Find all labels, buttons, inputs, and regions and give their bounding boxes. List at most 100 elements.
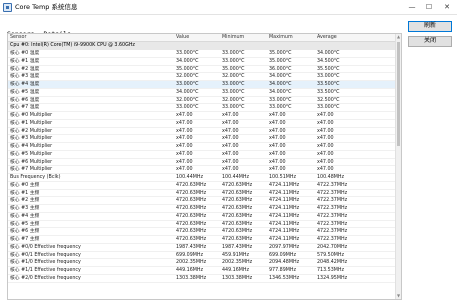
cell-average: 579.50MHz (317, 252, 345, 258)
table-row[interactable]: 核心 #1 温度 34.000°C 33.000°C 35.000°C 34.500°C (8, 58, 397, 66)
cell-minimum: x47.00 (222, 128, 239, 134)
table-row[interactable]: 核心 #6 温度 32.000°C 32.000°C 33.000°C 32.500°C (8, 97, 397, 105)
column-header-value[interactable]: Value (176, 34, 189, 42)
cell-sensor: 核心 #2 温度 (10, 66, 40, 72)
cell-average: x47.00 (317, 159, 334, 165)
cell-value: 4720.63MHz (176, 206, 207, 211)
table-row[interactable]: 核心 #1/0 Effective frequency 2002.35MHz 200… (8, 259, 397, 267)
table-row[interactable]: 核心 #5 Multiplier x47.00 x47.00 x47.00 x47.00 (8, 151, 397, 159)
cell-average: x47.00 (317, 167, 334, 173)
cell-sensor: 核心 #5 温度 (10, 89, 40, 95)
cpu-label: Cpu #0: Intel(R) Core(TM) i9-9900K CPU @… (10, 43, 135, 48)
cell-minimum: 2002.35MHz (222, 260, 253, 266)
cell-value: 33.000°C (176, 51, 199, 56)
cell-maximum: 35.000°C (269, 51, 292, 56)
table-row[interactable]: 核心 #4 Multiplier x47.00 x47.00 x47.00 x47.00 (8, 143, 397, 151)
table-row[interactable]: 核心 #1/1 Effective frequency 449.16MHz 449.… (8, 267, 397, 275)
table-row[interactable]: 核心 #2 主频 4720.63MHz 4720.63MHz 4724.11MHz 47… (8, 197, 397, 205)
vertical-scrollbar[interactable]: ▲ ▼ (395, 34, 401, 299)
cell-average: 2048.42MHz (317, 260, 348, 266)
table-row[interactable]: 核心 #0/1 Effective frequency 699.09MHz 459.… (8, 252, 397, 260)
cell-average: 2042.70MHz (317, 244, 348, 250)
table-row[interactable]: 核心 #1 主频 4720.63MHz 4720.63MHz 4724.11MHz 47… (8, 190, 397, 198)
table-row[interactable]: 核心 #7 温度 33.000°C 33.000°C 33.000°C 33.000°C (8, 104, 397, 112)
table-row[interactable]: 核心 #0 温度 33.000°C 33.000°C 35.000°C 34.000°C (8, 50, 397, 58)
refresh-button[interactable]: 刷新 (408, 21, 452, 32)
cell-average: 32.500°C (317, 97, 340, 103)
cell-value: 699.09MHz (176, 252, 204, 258)
cell-minimum: 100.44MHz (222, 175, 250, 180)
cell-value: 35.000°C (176, 66, 199, 72)
cell-sensor: 核心 #7 主频 (10, 237, 40, 242)
column-header-average[interactable]: Average (317, 34, 337, 42)
cell-minimum: x47.00 (222, 113, 239, 118)
close-window-button[interactable]: ✕ (442, 2, 452, 12)
cell-maximum: x47.00 (269, 136, 286, 142)
cell-minimum: x47.00 (222, 151, 239, 157)
table-row[interactable]: 核心 #6 Multiplier x47.00 x47.00 x47.00 x47.00 (8, 159, 397, 167)
cell-average: x47.00 (317, 120, 334, 126)
cell-maximum: 699.09MHz (269, 252, 297, 258)
column-header-sensor[interactable]: Sensor (10, 34, 26, 42)
table-row[interactable]: 核心 #5 主频 4720.63MHz 4720.63MHz 4724.11MHz 47… (8, 221, 397, 229)
cell-sensor: 核心 #5 Multiplier (10, 151, 53, 157)
cell-maximum: 33.000°C (269, 105, 292, 111)
cell-maximum: x47.00 (269, 167, 286, 173)
cell-sensor: 核心 #2/0 Effective frequency (10, 275, 81, 281)
minimize-button[interactable]: — (407, 2, 417, 12)
close-button[interactable]: 关闭 (408, 36, 452, 47)
table-row[interactable]: 核心 #2/0 Effective frequency 1303.38MHz 130… (8, 275, 397, 283)
table-row[interactable]: 核心 #3 温度 32.000°C 32.000°C 34.000°C 33.000°C (8, 73, 397, 81)
table-row[interactable]: 核心 #3 Multiplier x47.00 x47.00 x47.00 x47.00 (8, 135, 397, 143)
table-row[interactable]: 核心 #6 主频 4720.63MHz 4720.63MHz 4724.11MHz 47… (8, 228, 397, 236)
table-row[interactable]: 核心 #5 温度 34.000°C 33.000°C 34.000°C 33.500°C (8, 89, 397, 97)
cell-maximum: 2097.97MHz (269, 244, 300, 250)
cell-sensor: 核心 #7 温度 (10, 105, 40, 111)
cpu-group-row[interactable]: Cpu #0: Intel(R) Core(TM) i9-9900K CPU @… (8, 42, 397, 50)
cell-sensor: 核心 #0/1 Effective frequency (10, 252, 81, 258)
cell-minimum: x47.00 (222, 144, 239, 149)
cell-minimum: 1987.43MHz (222, 244, 253, 250)
cell-average: 4722.37MHz (317, 198, 348, 204)
table-row[interactable]: 核心 #7 主频 4720.63MHz 4720.63MHz 4724.11MHz 47… (8, 236, 397, 244)
cell-sensor: 核心 #3 Multiplier (10, 136, 53, 142)
cell-minimum: 4720.63MHz (222, 237, 253, 242)
cell-value: 4720.63MHz (176, 190, 207, 196)
cell-value: 32.000°C (176, 74, 199, 80)
cell-maximum: 4724.11MHz (269, 206, 300, 211)
cell-maximum: 4724.11MHz (269, 237, 300, 242)
table-row[interactable]: 核心 #0/0 Effective frequency 1987.43MHz 198… (8, 244, 397, 252)
scroll-thumb[interactable] (397, 42, 400, 146)
cell-value: x47.00 (176, 136, 193, 142)
table-row[interactable]: 核心 #3 主频 4720.63MHz 4720.63MHz 4724.11MHz 47… (8, 205, 397, 213)
cell-maximum: 34.000°C (269, 74, 292, 80)
cell-average: 4722.37MHz (317, 213, 348, 219)
column-header-maximum[interactable]: Maximum (269, 34, 293, 42)
cell-minimum: 33.000°C (222, 105, 245, 111)
table-row[interactable]: Bus Frequency (Bclk) 100.44MHz 100.44MHz 10… (8, 174, 397, 182)
cell-average: 713.53MHz (317, 268, 345, 273)
cell-sensor: 核心 #1 温度 (10, 58, 40, 64)
cell-maximum: x47.00 (269, 144, 286, 149)
table-row[interactable]: 核心 #0 主频 4720.63MHz 4720.63MHz 4724.11MHz 47… (8, 182, 397, 190)
column-header-minimum[interactable]: Minimum (222, 34, 244, 42)
scroll-down-icon[interactable]: ▼ (396, 293, 401, 299)
cell-sensor: 核心 #6 主频 (10, 229, 40, 235)
maximize-button[interactable]: ☐ (424, 2, 434, 12)
cell-sensor: 核心 #0/0 Effective frequency (10, 244, 81, 250)
table-row[interactable]: 核心 #2 温度 35.000°C 35.000°C 36.000°C 35.500°C (8, 66, 397, 74)
table-row[interactable]: 核心 #4 主频 4720.63MHz 4720.63MHz 4724.11MHz 47… (8, 213, 397, 221)
cell-average: 1324.95MHz (317, 275, 348, 281)
cell-maximum: x47.00 (269, 128, 286, 134)
sensor-table[interactable]: Sensor Value Minimum Maximum Average Cpu… (7, 33, 402, 300)
cell-maximum: x47.00 (269, 159, 286, 165)
table-row[interactable]: 核心 #7 Multiplier x47.00 x47.00 x47.00 x47.00 (8, 166, 397, 174)
cell-average: 35.500°C (317, 66, 340, 72)
table-row[interactable]: 核心 #4 温度 33.000°C 33.000°C 34.000°C 33.500°C (8, 81, 397, 89)
scroll-up-icon[interactable]: ▲ (396, 34, 401, 40)
cell-value: 4720.63MHz (176, 182, 207, 188)
table-row[interactable]: 核心 #0 Multiplier x47.00 x47.00 x47.00 x47.00 (8, 112, 397, 120)
cell-average: 34.500°C (317, 58, 340, 64)
table-row[interactable]: 核心 #1 Multiplier x47.00 x47.00 x47.00 x47.00 (8, 120, 397, 128)
table-row[interactable]: 核心 #2 Multiplier x47.00 x47.00 x47.00 x47.00 (8, 128, 397, 136)
